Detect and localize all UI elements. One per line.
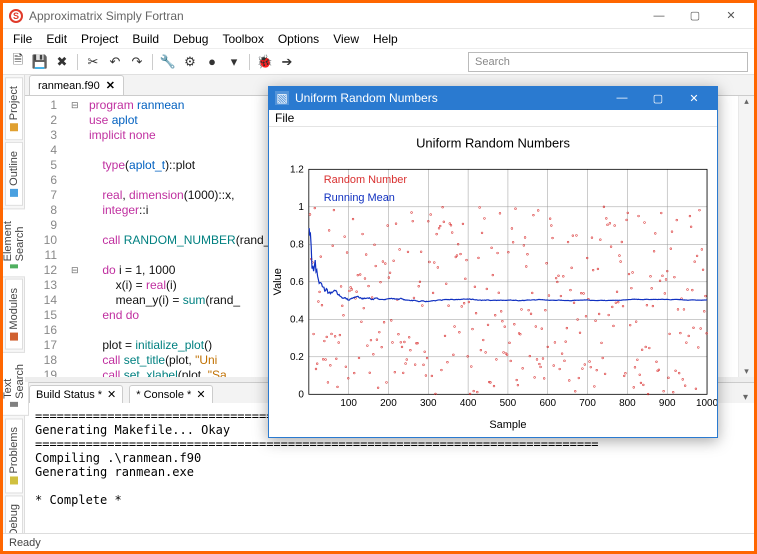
- step-icon[interactable]: ➔: [278, 53, 296, 71]
- run-icon[interactable]: ●: [203, 53, 221, 71]
- plot-minimize-button[interactable]: —: [605, 87, 639, 109]
- side-tab-debug[interactable]: Debug: [5, 495, 23, 533]
- svg-text:Value: Value: [272, 269, 284, 296]
- svg-text:Running Mean: Running Mean: [324, 193, 395, 205]
- side-tab-modules[interactable]: Modules: [5, 279, 23, 350]
- svg-text:0.6: 0.6: [290, 277, 304, 288]
- svg-text:Uniform Random Numbers: Uniform Random Numbers: [416, 136, 570, 151]
- tab-console[interactable]: * Console *✕: [129, 385, 212, 403]
- window-title: Approximatrix Simply Fortran: [29, 9, 642, 23]
- editor-scrollbar[interactable]: ▴▾: [738, 96, 754, 377]
- undo-icon[interactable]: ↶: [106, 53, 124, 71]
- editor-tab[interactable]: ranmean.f90 ✕: [29, 75, 124, 95]
- svg-text:Sample: Sample: [489, 420, 526, 432]
- statusbar: Ready: [3, 533, 754, 551]
- redo-icon[interactable]: ↷: [128, 53, 146, 71]
- titlebar: S Approximatrix Simply Fortran — ▢ ✕: [3, 3, 754, 29]
- close-icon[interactable]: ✕: [196, 388, 205, 401]
- toolbar: 🗎 💾 ✖ ✂ ↶ ↷ 🔧 ⚙ ● ▾ 🐞 ➔ Search: [3, 49, 754, 75]
- editor-tab-label: ranmean.f90: [38, 80, 100, 92]
- save-icon[interactable]: 💾: [31, 53, 49, 71]
- plot-canvas: Uniform Random Numbers 100 200 300 400 500 600…: [269, 127, 717, 437]
- menu-debug[interactable]: Debug: [167, 31, 214, 47]
- plot-menu-file[interactable]: File: [275, 111, 294, 125]
- menu-file[interactable]: File: [7, 31, 38, 47]
- side-panel-tabs: Project Outline Element Search Modules T…: [3, 75, 25, 533]
- menu-help[interactable]: Help: [367, 31, 404, 47]
- plot-maximize-button[interactable]: ▢: [641, 87, 675, 109]
- svg-text:200: 200: [380, 399, 397, 410]
- menubar: File Edit Project Build Debug Toolbox Op…: [3, 29, 754, 49]
- svg-text:500: 500: [500, 399, 517, 410]
- svg-text:900: 900: [659, 399, 676, 410]
- tab-build-status[interactable]: Build Status *✕: [29, 385, 123, 403]
- side-tab-project[interactable]: Project: [5, 77, 23, 140]
- editor-tab-close-icon[interactable]: ✕: [106, 79, 115, 92]
- menu-build[interactable]: Build: [126, 31, 165, 47]
- svg-text:Random Number: Random Number: [324, 175, 408, 187]
- plot-title: Uniform Random Numbers: [295, 91, 605, 105]
- maximize-button[interactable]: ▢: [678, 6, 712, 26]
- svg-text:1000: 1000: [696, 399, 717, 410]
- search-input[interactable]: Search: [468, 52, 748, 72]
- plot-menubar: File: [269, 110, 717, 128]
- close-tab-icon[interactable]: ✖: [53, 53, 71, 71]
- svg-text:1: 1: [298, 202, 304, 213]
- menu-view[interactable]: View: [327, 31, 365, 47]
- plot-window[interactable]: ▧ Uniform Random Numbers — ▢ ✕ File Unif…: [268, 86, 718, 438]
- svg-text:100: 100: [340, 399, 357, 410]
- svg-text:700: 700: [579, 399, 596, 410]
- svg-text:800: 800: [619, 399, 636, 410]
- menu-project[interactable]: Project: [75, 31, 124, 47]
- minimize-button[interactable]: —: [642, 6, 676, 26]
- new-file-icon[interactable]: 🗎: [9, 53, 27, 71]
- app-icon: S: [9, 9, 23, 23]
- plot-titlebar[interactable]: ▧ Uniform Random Numbers — ▢ ✕: [269, 87, 717, 110]
- cut-icon[interactable]: ✂: [84, 53, 102, 71]
- side-tab-outline[interactable]: Outline: [5, 142, 23, 206]
- menu-toolbox[interactable]: Toolbox: [216, 31, 269, 47]
- menu-options[interactable]: Options: [272, 31, 325, 47]
- svg-text:400: 400: [460, 399, 477, 410]
- debug-icon[interactable]: 🐞: [256, 53, 274, 71]
- svg-text:1.2: 1.2: [290, 165, 304, 176]
- menu-edit[interactable]: Edit: [40, 31, 73, 47]
- svg-text:0: 0: [298, 390, 304, 401]
- run-dropdown-icon[interactable]: ▾: [225, 53, 243, 71]
- plot-close-button[interactable]: ✕: [677, 87, 711, 109]
- fold-column[interactable]: ⊟ ⊟: [71, 96, 85, 377]
- svg-text:300: 300: [420, 399, 437, 410]
- close-button[interactable]: ✕: [714, 6, 748, 26]
- svg-text:0.8: 0.8: [290, 240, 304, 251]
- wrench-icon[interactable]: 🔧: [159, 53, 177, 71]
- side-tab-problems[interactable]: Problems: [5, 418, 23, 493]
- svg-text:0.2: 0.2: [290, 352, 304, 363]
- svg-text:600: 600: [539, 399, 556, 410]
- close-icon[interactable]: ✕: [107, 388, 116, 401]
- plot-app-icon: ▧: [275, 91, 289, 105]
- panel-dropdown-icon[interactable]: ▾: [743, 392, 754, 403]
- svg-text:0.4: 0.4: [290, 315, 304, 326]
- build-icon[interactable]: ⚙: [181, 53, 199, 71]
- line-gutter: 123456789101112131415161718192021: [25, 96, 71, 377]
